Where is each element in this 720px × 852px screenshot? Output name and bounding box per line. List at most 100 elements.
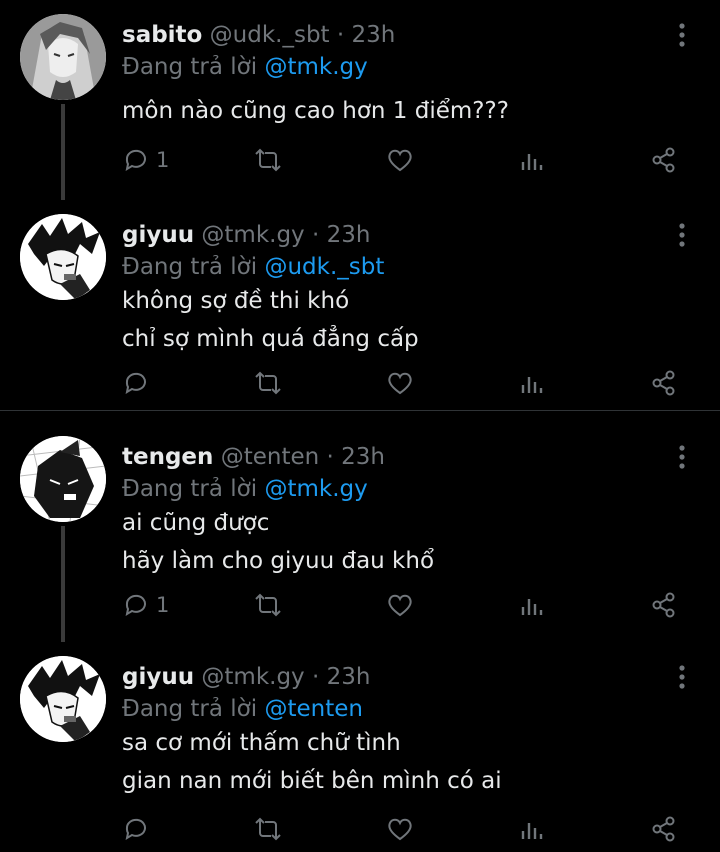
tweet-text: không sợ đề thi khó chỉ sợ mình quá đẳng… (122, 282, 419, 358)
avatar[interactable] (20, 436, 106, 522)
retweet-button[interactable] (254, 366, 282, 400)
stats-icon (521, 599, 543, 615)
avatar[interactable] (20, 14, 106, 100)
avatar-tengen (20, 436, 106, 522)
avatar[interactable] (20, 214, 106, 300)
handle[interactable]: @tmk.gy (201, 222, 304, 248)
reply-count: 1 (156, 148, 170, 172)
reply-button[interactable] (122, 812, 156, 846)
stats-button[interactable] (518, 588, 546, 622)
reply-prefix: Đang trả lời (122, 696, 258, 722)
retweet-icon (255, 593, 281, 617)
separator: · (326, 444, 334, 470)
retweet-button[interactable] (254, 143, 282, 177)
text-line: hãy làm cho giyuu đau khổ (122, 548, 435, 574)
separator: · (311, 222, 320, 248)
reply-mention[interactable]: @tenten (264, 696, 363, 722)
text-line: môn nào cũng cao hơn 1 điểm??? (122, 98, 509, 124)
tweet-text: sa cơ mới thấm chữ tình gian nan mới biế… (122, 724, 502, 800)
tweet[interactable]: tengen @tenten · 23h Đang trả lời @tmk.g… (0, 422, 720, 642)
more-icon[interactable] (672, 664, 692, 690)
stats-icon (521, 377, 543, 393)
timestamp[interactable]: 23h (352, 22, 396, 48)
reply-prefix: Đang trả lời (122, 476, 258, 502)
timestamp[interactable]: 23h (327, 664, 371, 690)
reply-context: Đang trả lời @udk._sbt (122, 254, 384, 280)
like-button[interactable] (386, 812, 414, 846)
share-button[interactable] (650, 812, 678, 846)
action-bar (122, 366, 692, 400)
reply-prefix: Đang trả lời (122, 254, 258, 280)
reply-context: Đang trả lời @tmk.gy (122, 476, 368, 502)
display-name[interactable]: giyuu (122, 222, 194, 248)
share-button[interactable] (650, 588, 678, 622)
reply-icon (125, 372, 146, 395)
handle[interactable]: @tmk.gy (201, 664, 304, 690)
like-button[interactable] (386, 588, 414, 622)
reply-mention[interactable]: @tmk.gy (264, 54, 367, 80)
handle[interactable]: @tenten (221, 444, 320, 470)
share-icon (652, 370, 675, 396)
reply-mention[interactable]: @tmk.gy (264, 476, 367, 502)
display-name[interactable]: tengen (122, 444, 213, 470)
stats-icon (521, 823, 543, 839)
action-bar (122, 812, 692, 846)
avatar[interactable] (20, 656, 106, 742)
more-icon[interactable] (672, 222, 692, 248)
more-icon[interactable] (672, 22, 692, 48)
tweet[interactable]: giyuu @tmk.gy · 23h Đang trả lời @udk._s… (0, 200, 720, 410)
reply-prefix: Đang trả lời (122, 54, 258, 80)
share-button[interactable] (650, 366, 678, 400)
timestamp[interactable]: 23h (327, 222, 371, 248)
reply-icon (125, 149, 146, 172)
reply-icon (125, 594, 146, 617)
retweet-icon (255, 148, 281, 172)
stats-button[interactable] (518, 143, 546, 177)
retweet-button[interactable] (254, 588, 282, 622)
retweet-icon (255, 371, 281, 395)
share-button[interactable] (650, 143, 678, 177)
like-icon (388, 149, 412, 172)
thread-line (61, 526, 65, 642)
tweet-header: giyuu @tmk.gy · 23h (122, 664, 370, 690)
tweet-header: sabito @udk._sbt · 23h (122, 22, 395, 48)
tweet[interactable]: sabito @udk._sbt · 23h Đang trả lời @tmk… (0, 0, 720, 200)
reply-icon (125, 818, 146, 841)
avatar-giyuu (20, 656, 106, 742)
tweet-header: tengen @tenten · 23h (122, 444, 385, 470)
tweet-text: môn nào cũng cao hơn 1 điểm??? (122, 92, 509, 130)
more-icon[interactable] (672, 444, 692, 470)
thread-line (61, 104, 65, 200)
text-line: ai cũng được (122, 510, 270, 536)
handle[interactable]: @udk._sbt (210, 22, 330, 48)
like-icon (388, 818, 412, 841)
tweet-header: giyuu @tmk.gy · 23h (122, 222, 370, 248)
text-line: không sợ đề thi khó (122, 288, 350, 314)
divider (0, 410, 720, 411)
reply-button[interactable]: 1 (122, 143, 169, 177)
reply-mention[interactable]: @udk._sbt (264, 254, 384, 280)
like-icon (388, 372, 412, 395)
action-bar: 1 (122, 143, 692, 177)
text-line: gian nan mới biết bên mình có ai (122, 768, 502, 794)
text-line: sa cơ mới thấm chữ tình (122, 730, 401, 756)
reply-button[interactable] (122, 366, 156, 400)
stats-button[interactable] (518, 366, 546, 400)
display-name[interactable]: giyuu (122, 664, 194, 690)
share-icon (652, 592, 675, 618)
reply-button[interactable]: 1 (122, 588, 169, 622)
like-button[interactable] (386, 366, 414, 400)
timestamp[interactable]: 23h (341, 444, 385, 470)
stats-button[interactable] (518, 812, 546, 846)
reply-context: Đang trả lời @tenten (122, 696, 363, 722)
action-bar: 1 (122, 588, 692, 622)
tweet[interactable]: giyuu @tmk.gy · 23h Đang trả lời @tenten… (0, 642, 720, 852)
tweet-text: ai cũng được hãy làm cho giyuu đau khổ (122, 504, 434, 580)
reply-context: Đang trả lời @tmk.gy (122, 54, 368, 80)
retweet-icon (255, 817, 281, 841)
avatar-giyuu (20, 214, 106, 300)
like-button[interactable] (386, 143, 414, 177)
display-name[interactable]: sabito (122, 22, 202, 48)
retweet-button[interactable] (254, 812, 282, 846)
share-icon (652, 816, 675, 842)
